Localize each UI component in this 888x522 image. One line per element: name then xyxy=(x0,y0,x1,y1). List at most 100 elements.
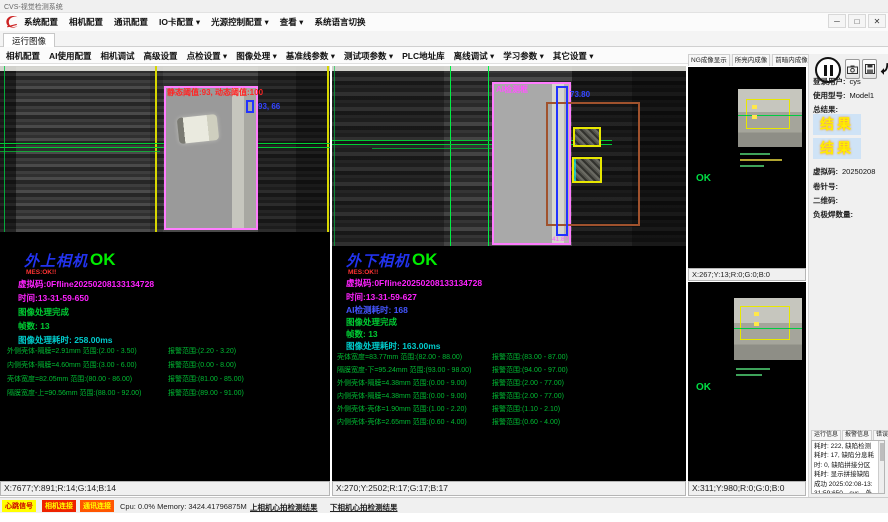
log-text: 耗时: 222, 缺陷检测耗时: 17, 缺陷分息耗时: 0, 缺陷拼接分区耗时… xyxy=(814,442,876,494)
elapsed-line: 图像处理耗时: 163.00ms xyxy=(346,340,440,352)
mes-status-line: MES:OK!! xyxy=(26,269,56,276)
toolbar-item[interactable]: 点检设置 ▾ xyxy=(187,50,228,62)
alarm-range: 报警范围:(2.00 - 77.00) xyxy=(492,378,564,388)
app-window: CVS-视觉检测系统 系统配置相机配置通讯配置IO卡配置 ▾光源控制配置 ▾查看… xyxy=(0,0,888,522)
camera-image-upper[interactable]: 静态阈值:93, 动态阈值:100 93, 66 xyxy=(0,66,330,232)
camera-icon xyxy=(847,65,858,74)
menu-item[interactable]: 查看 ▾ xyxy=(280,16,304,28)
total-result-label: 总结果: xyxy=(813,105,838,114)
toolbar-item[interactable]: 相机配置 xyxy=(6,50,40,62)
camera-view-upper: 静态阈值:93, 动态阈值:100 93, 66 外上相机OK MES:OK!!… xyxy=(0,66,330,481)
pause-icon xyxy=(830,65,833,76)
log-tabs: 运行信息报警信息错误信息 xyxy=(811,430,888,440)
alarm-range: 报警范围:(83.00 - 87.00) xyxy=(492,352,568,362)
toolbar-item[interactable]: 相机调试 xyxy=(101,50,135,62)
menu-item[interactable]: 相机配置 xyxy=(69,16,103,28)
neg-weld-label: 负极焊数量: xyxy=(813,210,853,219)
roi-box xyxy=(164,86,258,230)
toolbar-items: 相机配置 AI使用配置相机调试高级设置点检设置 ▾ 图像处理 ▾ 基准线参数 ▾ 测试项… xyxy=(6,50,594,62)
log-scrollbar[interactable] xyxy=(878,441,884,493)
lower-camera-result-link[interactable]: 下相机心拍检测结果 xyxy=(330,502,398,513)
window-title: CVS-视觉检测系统 xyxy=(4,2,63,12)
camera-image-lower[interactable]: AI检测框 73.80 41.87 xyxy=(332,66,686,246)
camera-result-title: 外下相机OK xyxy=(346,250,410,271)
measurement-row: 内侧壳体-壳体=2.65mm 范围:(0.60 - 4.00) 报警范围:(0.… xyxy=(337,417,682,430)
maximize-button[interactable]: □ xyxy=(848,14,866,28)
login-row: 登录用户:cys xyxy=(813,76,861,87)
toolbar-item[interactable]: 离线调试 ▾ xyxy=(454,50,495,62)
result-text: 结果 xyxy=(820,140,854,156)
time-line: 时间:13-31-59-650 xyxy=(18,292,89,304)
thumbnail-tab[interactable]: NG成像显示 xyxy=(688,54,730,66)
model-row: 使用型号:Model1 xyxy=(813,90,874,101)
toolbar-item[interactable]: 高级设置 xyxy=(144,50,178,62)
log-box[interactable]: 耗时: 222, 缺陷检测耗时: 17, 缺陷分息耗时: 0, 缺陷拼接分区耗时… xyxy=(811,440,885,494)
comm-link-badge: 通讯连接 xyxy=(80,500,114,512)
log-tab[interactable]: 报警信息 xyxy=(842,430,872,440)
measurement-row: 壳体宽度=83.77mm 范围:(82.00 - 88.00) 报警范围:(83… xyxy=(337,352,682,365)
menu-item[interactable]: 光源控制配置 ▾ xyxy=(211,16,269,28)
toolbar-item[interactable]: PLC地址库 xyxy=(402,50,445,62)
measure-band-box xyxy=(556,86,568,236)
pixel-readout-upper: X:7677;Y:891;R:14;G:14;B:14 xyxy=(0,481,330,496)
grid-line xyxy=(4,66,5,232)
measurement-row: 隔膜宽度-上=90.56mm 范围:(88.00 - 92.00) 报警范围:(… xyxy=(7,388,327,402)
menu-item[interactable]: IO卡配置 ▾ xyxy=(159,16,200,28)
barcode-value: 20250208 xyxy=(842,167,875,176)
thumbnail-view-bottom[interactable]: OK xyxy=(688,282,806,481)
measurement-row: 内侧壳体-隔膜=4.38mm 范围:(0.00 - 9.00) 报警范围:(2.… xyxy=(337,391,682,404)
menubar: 系统配置相机配置通讯配置IO卡配置 ▾光源控制配置 ▾查看 ▾系统语言切换 ─ … xyxy=(0,13,888,31)
baseline xyxy=(0,151,160,152)
measurement-row: 壳体宽度=82.05mm 范围:(80.00 - 86.00) 报警范围:(81… xyxy=(7,374,327,388)
menu-item[interactable]: 系统语言切换 xyxy=(314,16,365,28)
qr-row: 二维码: xyxy=(813,195,842,206)
measurement-value: 外侧壳体-壳体=1.90mm 范围:(1.00 - 2.20) xyxy=(337,404,467,414)
toolbar-item[interactable]: 测试项参数 ▾ xyxy=(344,50,393,62)
pause-icon xyxy=(824,65,827,76)
toolbar-item[interactable]: AI使用配置 xyxy=(49,50,92,62)
pixel-readout-thumb-bottom: X:311;Y:980;R:0;G:0;B:0 xyxy=(688,481,806,496)
process-done-line: 图像处理完成 xyxy=(346,316,397,328)
app-logo-icon xyxy=(4,14,20,30)
measurement-row: 外侧壳体-壳体=1.90mm 范围:(1.00 - 2.20) 报警范围:(1.… xyxy=(337,404,682,417)
thumbnail-tab[interactable]: 前暗内成像 xyxy=(772,54,811,66)
toolbar-item[interactable]: 基准线参数 ▾ xyxy=(286,50,335,62)
disk-icon xyxy=(865,64,875,74)
save-button[interactable] xyxy=(862,59,877,79)
return-button[interactable] xyxy=(879,59,888,79)
highlight-dot xyxy=(754,312,759,316)
measurement-value: 隔膜宽度-上=90.56mm 范围:(88.00 - 92.00) xyxy=(7,388,141,398)
reel-row: 卷针号: xyxy=(813,181,842,192)
close-button[interactable]: ✕ xyxy=(868,14,886,28)
minimize-button[interactable]: ─ xyxy=(828,14,846,28)
return-arrow-icon xyxy=(879,61,888,77)
pixel-readout-lower: X:270;Y:2502;R:17;G:17;B:17 xyxy=(332,481,686,496)
menu-item[interactable]: 通讯配置 xyxy=(114,16,148,28)
toolbar-item[interactable]: 其它设置 ▾ xyxy=(553,50,594,62)
measurement-value: 内侧壳体-隔膜=4.60mm 范围:(3.00 - 6.00) xyxy=(7,360,137,370)
toolbar-item[interactable]: 学习参数 ▾ xyxy=(503,50,544,62)
process-done-line: 图像处理完成 xyxy=(18,306,69,318)
measure-value-label: 73.80 xyxy=(570,90,590,99)
image-top-band xyxy=(0,66,330,71)
measurement-list: 外侧壳体-隔膜=2.91mm 范围:(2.00 - 3.50) 报警范围:(2.… xyxy=(7,346,327,402)
alarm-range: 报警范围:(81.00 - 85.00) xyxy=(168,374,244,384)
time-line: 时间:13-31-59-627 xyxy=(346,291,417,303)
elapsed-line: 图像处理耗时: 258.00ms xyxy=(18,334,112,346)
baseline xyxy=(738,115,802,116)
scrollbar-thumb[interactable] xyxy=(880,443,884,461)
barcode-row: 虚拟码:20250208 xyxy=(813,166,875,177)
thumbnail-tab[interactable]: 所亮内成像 xyxy=(732,54,771,66)
menu-item[interactable]: 系统配置 xyxy=(24,16,58,28)
measurement-row: 内侧壳体-隔膜=4.60mm 范围:(3.00 - 6.00) 报警范围:(0.… xyxy=(7,360,327,374)
toolbar-item[interactable]: 图像处理 ▾ xyxy=(236,50,277,62)
log-tab[interactable]: 运行信息 xyxy=(811,430,841,440)
thumbnail-image xyxy=(734,298,802,360)
log-tab[interactable]: 错误信息 xyxy=(873,430,888,440)
upper-camera-result-link[interactable]: 上相机心拍检测结果 xyxy=(250,502,318,513)
thumbnail-view-top[interactable]: OK xyxy=(688,67,806,268)
ai-roi-label: AI检测框 xyxy=(496,84,528,95)
result-badge-top: 结果 xyxy=(813,114,861,135)
measurement-value: 外侧壳体-隔膜=4.38mm 范围:(0.00 - 9.00) xyxy=(337,378,467,388)
measurement-row: 外侧壳体-隔膜=4.38mm 范围:(0.00 - 9.00) 报警范围:(2.… xyxy=(337,378,682,391)
